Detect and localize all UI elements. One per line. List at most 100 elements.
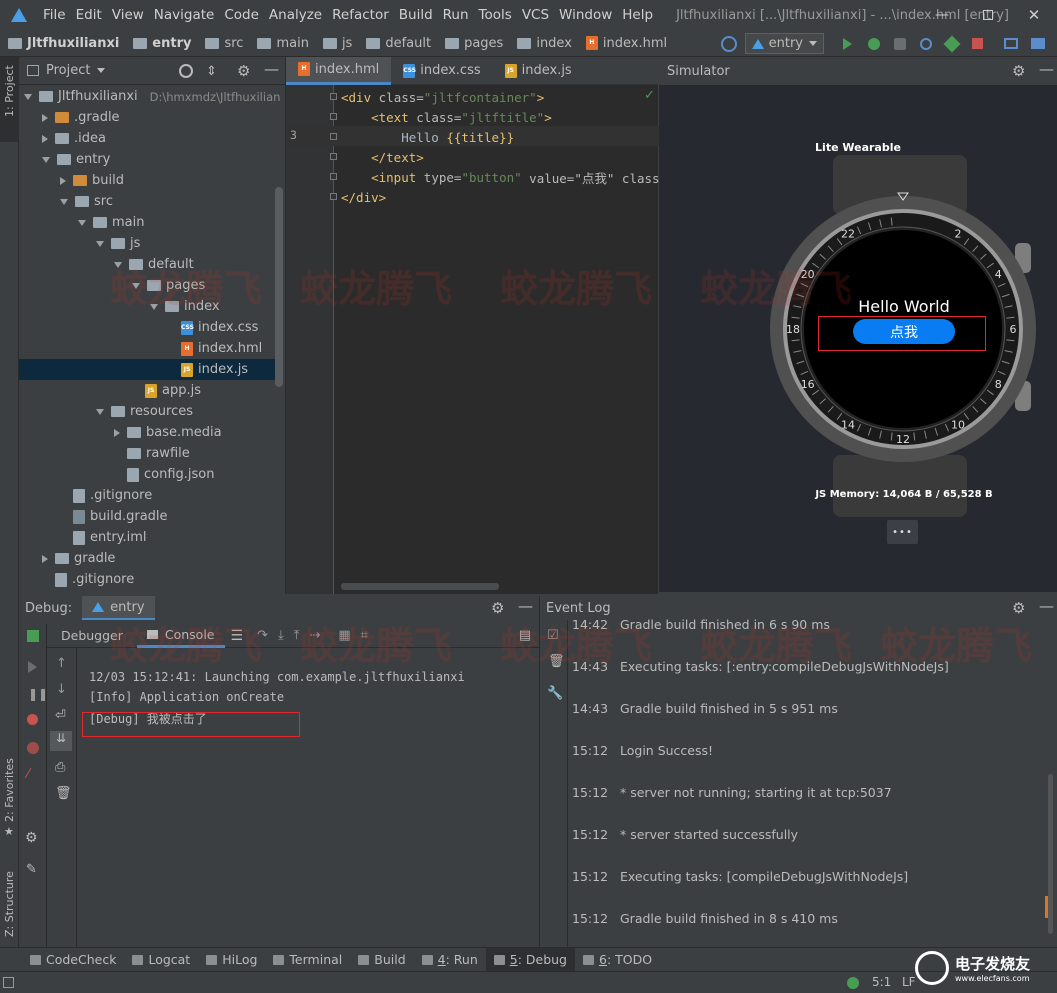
menu-navigate[interactable]: Navigate: [149, 7, 220, 23]
tree-item[interactable]: src: [60, 191, 113, 212]
gear-icon[interactable]: ⚙: [237, 62, 250, 80]
tree-item[interactable]: JS index.js: [19, 359, 275, 380]
device-manager-icon[interactable]: [1004, 38, 1018, 49]
event-log-scrollbar[interactable]: [1048, 774, 1053, 934]
expand-arrow-icon[interactable]: [150, 303, 158, 310]
run-to-cursor-icon[interactable]: ⇢: [309, 628, 320, 643]
notification-green-icon[interactable]: [847, 977, 859, 989]
breadcrumb-item[interactable]: Hindex.hml: [585, 36, 667, 51]
tab-index-js[interactable]: JS index.js: [493, 57, 584, 85]
tab-debugger[interactable]: Debugger: [47, 624, 137, 648]
code-area[interactable]: <div class= "jltfcontainer" > <text class=…: [286, 85, 682, 594]
collapse-arrow-icon[interactable]: [42, 134, 48, 143]
expand-arrow-icon[interactable]: [24, 93, 32, 100]
tool-window-logcat[interactable]: Logcat: [124, 948, 198, 972]
run-config-select[interactable]: entry: [744, 33, 824, 54]
breadcrumb-item[interactable]: entry: [133, 36, 191, 51]
menu-edit[interactable]: Edit: [71, 7, 107, 23]
layout-icon[interactable]: ▤: [519, 628, 531, 643]
caret-position[interactable]: 5:1: [872, 975, 891, 989]
tree-item[interactable]: .gitignore: [60, 485, 152, 506]
expand-arrow-icon[interactable]: [114, 261, 122, 268]
tab-console[interactable]: Console: [136, 624, 225, 648]
editor-hscrollbar[interactable]: [341, 583, 499, 590]
fold-marker-icon[interactable]: [330, 93, 337, 100]
tree-item[interactable]: build: [60, 170, 124, 191]
tree-item[interactable]: pages: [132, 275, 205, 296]
more-options-button[interactable]: •••: [887, 520, 918, 544]
fold-marker-icon[interactable]: [330, 193, 337, 200]
step-out-icon[interactable]: ⤒: [294, 628, 300, 643]
tree-item[interactable]: default: [114, 254, 194, 275]
fold-marker-icon[interactable]: [330, 153, 337, 160]
breadcrumb-item[interactable]: index: [517, 36, 572, 51]
tool-window-hilog[interactable]: HiLog: [198, 948, 265, 972]
close-button[interactable]: ✕: [1011, 6, 1057, 24]
gear-icon[interactable]: ⚙: [491, 599, 504, 617]
menu-code[interactable]: Code: [219, 7, 264, 23]
favorites-tool-tab[interactable]: 2: Favorites: [3, 758, 16, 822]
fold-marker-icon[interactable]: [330, 133, 337, 140]
tree-item[interactable]: .gitignore: [42, 569, 134, 590]
tree-item[interactable]: build.gradle: [60, 506, 168, 527]
breadcrumb-item[interactable]: default: [366, 36, 431, 51]
expand-arrow-icon[interactable]: [96, 240, 104, 247]
locate-icon[interactable]: [179, 64, 193, 78]
project-panel-title[interactable]: Project: [46, 63, 90, 78]
tree-item[interactable]: gradle: [42, 548, 115, 569]
gear-icon[interactable]: ⚙: [1012, 62, 1025, 80]
tree-item[interactable]: main: [78, 212, 144, 233]
favorites-star-icon[interactable]: ★: [4, 825, 14, 838]
tool-window-debug[interactable]: 5: Debug: [485, 947, 575, 972]
collapse-arrow-icon[interactable]: [42, 113, 48, 122]
stop-icon[interactable]: [972, 38, 983, 49]
collapse-arrow-icon[interactable]: [42, 554, 48, 563]
tree-item[interactable]: rawfile: [114, 443, 190, 464]
expand-arrow-icon[interactable]: [42, 156, 50, 163]
minimize-button[interactable]: —: [919, 7, 965, 23]
menu-view[interactable]: View: [107, 7, 149, 23]
watch-button[interactable]: 点我: [853, 319, 955, 344]
menu-lines-icon[interactable]: ☰: [231, 628, 244, 644]
tool-window-codecheck[interactable]: CodeCheck: [22, 948, 124, 972]
tree-item[interactable]: base.media: [114, 422, 222, 443]
tree-item[interactable]: config.json: [114, 464, 215, 485]
hide-panel-icon[interactable]: —: [1039, 597, 1054, 615]
tab-index-hml[interactable]: Hindex.hml: [286, 56, 392, 85]
menu-help[interactable]: Help: [617, 7, 658, 23]
breadcrumb-item[interactable]: main: [257, 36, 309, 51]
fold-marker-icon[interactable]: [330, 113, 337, 120]
menu-analyze[interactable]: Analyze: [264, 7, 327, 23]
tree-item[interactable]: .gradle: [42, 107, 120, 128]
tree-item[interactable]: .idea: [42, 128, 106, 149]
step-over-icon[interactable]: ↷: [257, 628, 268, 643]
menu-run[interactable]: Run: [438, 7, 474, 23]
tool-window-todo[interactable]: 6: TODO: [575, 948, 660, 972]
menu-vcs[interactable]: VCS: [517, 7, 554, 23]
tree-item[interactable]: CSS index.css: [168, 317, 258, 338]
step-into-icon[interactable]: ⤓: [278, 628, 284, 643]
chevron-down-icon[interactable]: [97, 68, 106, 73]
project-scrollbar[interactable]: [275, 187, 283, 387]
tool-window-build[interactable]: Build: [350, 948, 413, 972]
menu-build[interactable]: Build: [394, 7, 438, 23]
tree-item[interactable]: entry.iml: [60, 527, 147, 548]
status-toggle-icon[interactable]: [3, 977, 14, 988]
run-icon[interactable]: [843, 37, 852, 50]
menu-refactor[interactable]: Refactor: [327, 7, 394, 23]
tab-index-css[interactable]: CSS index.css: [391, 57, 492, 85]
apply-changes-icon[interactable]: [943, 35, 961, 52]
breadcrumb-item[interactable]: js: [322, 36, 352, 51]
event-log-list[interactable]: 14:42 Gradle build finished in 6 s 90 ms 1…: [540, 596, 1040, 947]
hide-panel-icon[interactable]: —: [518, 597, 533, 615]
debug-icon[interactable]: [868, 37, 880, 50]
expand-arrow-icon[interactable]: [78, 219, 86, 226]
maximize-button[interactable]: [965, 0, 1011, 30]
tree-item[interactable]: Hindex.hml: [168, 338, 262, 359]
profile-icon[interactable]: [920, 37, 932, 50]
breadcrumb-item[interactable]: src: [205, 36, 243, 51]
tree-item[interactable]: entry: [42, 149, 110, 170]
breadcrumb-item[interactable]: Jltfhuxilianxi: [8, 36, 119, 51]
menu-file[interactable]: File: [38, 7, 71, 23]
tree-item[interactable]: index: [150, 296, 220, 317]
